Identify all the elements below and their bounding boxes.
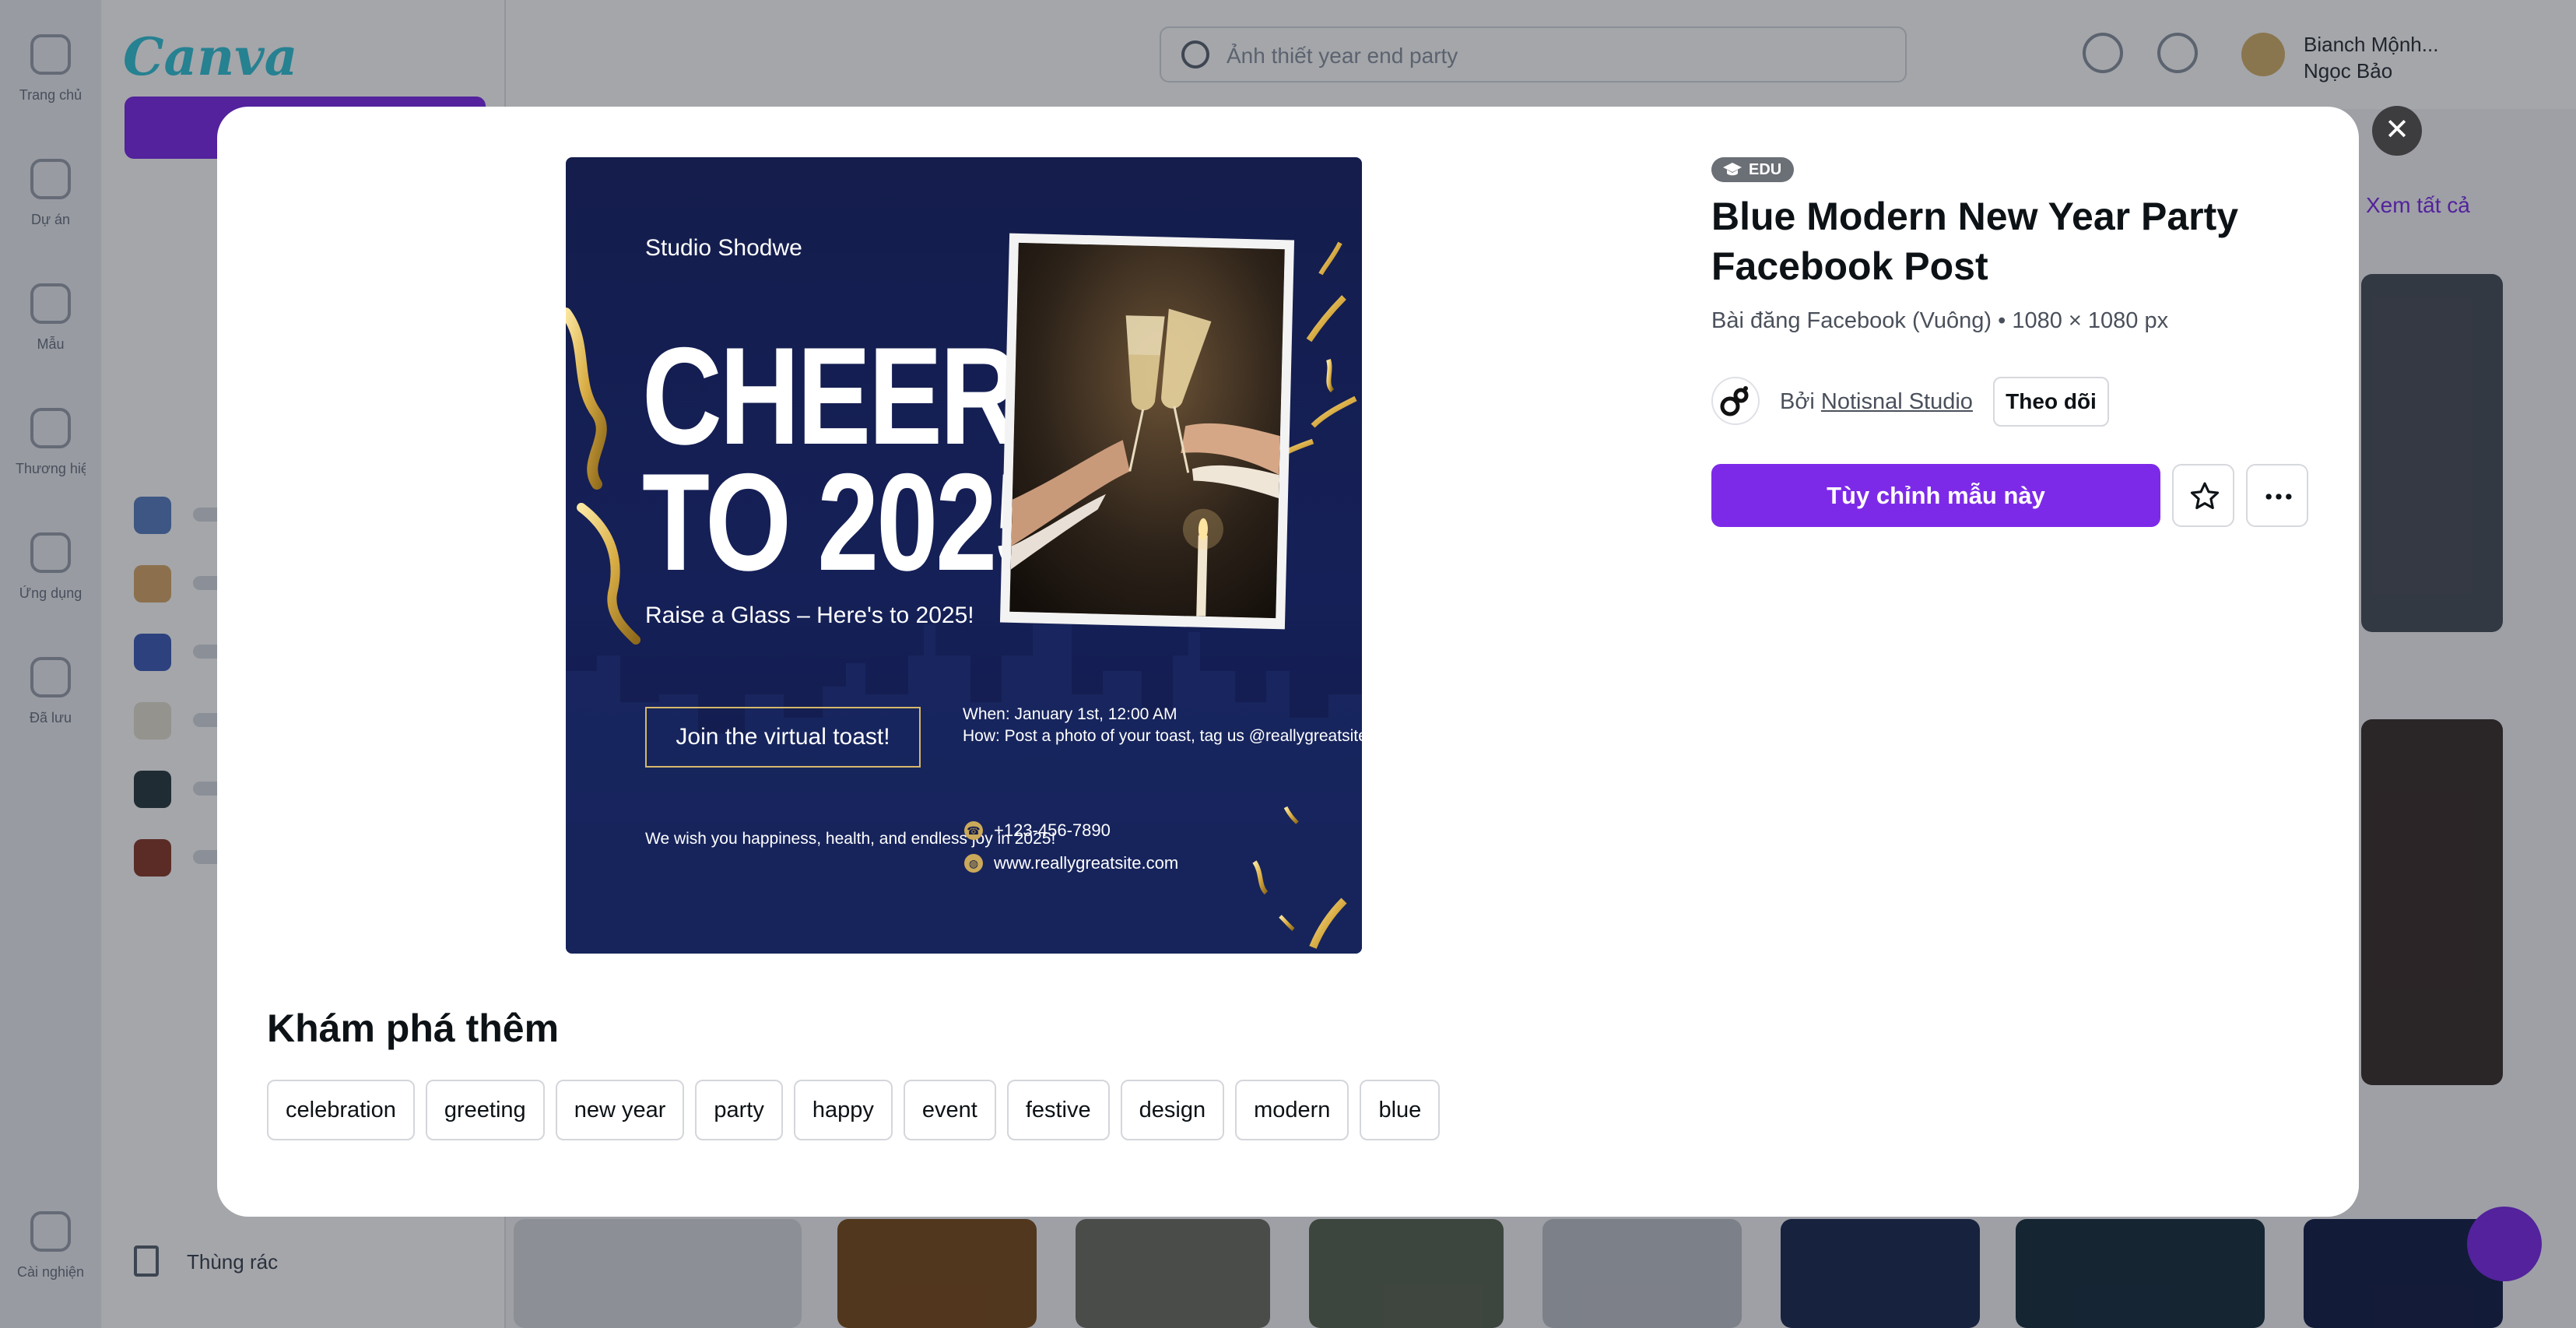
globe-icon: ◍ — [964, 854, 983, 873]
follow-button[interactable]: Theo dõi — [1993, 377, 2109, 427]
poster-photo-frame — [999, 233, 1295, 630]
author-logo-icon — [1720, 386, 1749, 416]
poster-toast-photo — [1009, 242, 1285, 619]
author-line: Bởi Notisnal Studio — [1780, 389, 1973, 415]
phone-icon: ☎ — [964, 821, 983, 840]
graduation-cap-icon — [1723, 163, 1742, 176]
poster-cta-box: Join the virtual toast! — [645, 707, 921, 768]
explore-title: Khám phá thêm — [267, 1007, 560, 1050]
edu-badge-label: EDU — [1749, 161, 1782, 178]
tag-chip[interactable]: party — [695, 1080, 783, 1140]
template-subtitle: Bài đăng Facebook (Vuông) • 1080 × 1080 … — [1711, 308, 2169, 333]
tag-chip[interactable]: design — [1120, 1080, 1225, 1140]
poster-website: www.reallygreatsite.com — [994, 853, 1179, 873]
tag-list: celebration greeting new year party happy eve… — [267, 1080, 1451, 1142]
favorite-button[interactable] — [2172, 464, 2234, 527]
poster-subtitle: Raise a Glass – Here's to 2025! — [645, 603, 974, 628]
tag-chip[interactable]: event — [903, 1080, 996, 1140]
close-button[interactable]: ✕ — [2372, 106, 2422, 156]
tag-chip[interactable]: greeting — [425, 1080, 545, 1140]
poster-phone: +123-456-7890 — [994, 820, 1111, 840]
poster-when: When: January 1st, 12:00 AM — [963, 705, 1177, 723]
tag-chip[interactable]: celebration — [267, 1080, 415, 1140]
poster-wish: We wish you happiness, health, and endle… — [645, 830, 1056, 848]
star-icon — [2190, 482, 2220, 510]
more-options-button[interactable] — [2246, 464, 2308, 527]
author-by-label: Bởi — [1780, 389, 1815, 414]
tag-chip[interactable]: blue — [1360, 1080, 1441, 1140]
author-avatar[interactable] — [1711, 377, 1760, 425]
author-name-link[interactable]: Notisnal Studio — [1821, 389, 1973, 414]
poster-brand: Studio Shodwe — [645, 235, 802, 261]
template-title: Blue Modern New Year Party Facebook Post — [1711, 195, 2239, 288]
close-icon: ✕ — [2385, 114, 2409, 146]
tag-chip[interactable]: modern — [1235, 1080, 1349, 1140]
more-icon — [2265, 494, 2292, 500]
tag-chip[interactable]: festive — [1006, 1080, 1110, 1140]
template-preview-image: Studio Shodwe CHEERS TO 2025! Raise a Gl… — [566, 157, 1362, 954]
tag-chip[interactable]: new year — [555, 1080, 685, 1140]
edu-badge: EDU — [1711, 157, 1794, 182]
poster-details: When: January 1st, 12:00 AM How: Post a … — [963, 704, 1362, 747]
poster-how: How: Post a photo of your toast, tag us … — [963, 727, 1362, 745]
tag-chip[interactable]: happy — [793, 1080, 893, 1140]
customize-template-button[interactable]: Tùy chỉnh mẫu này — [1711, 464, 2160, 527]
